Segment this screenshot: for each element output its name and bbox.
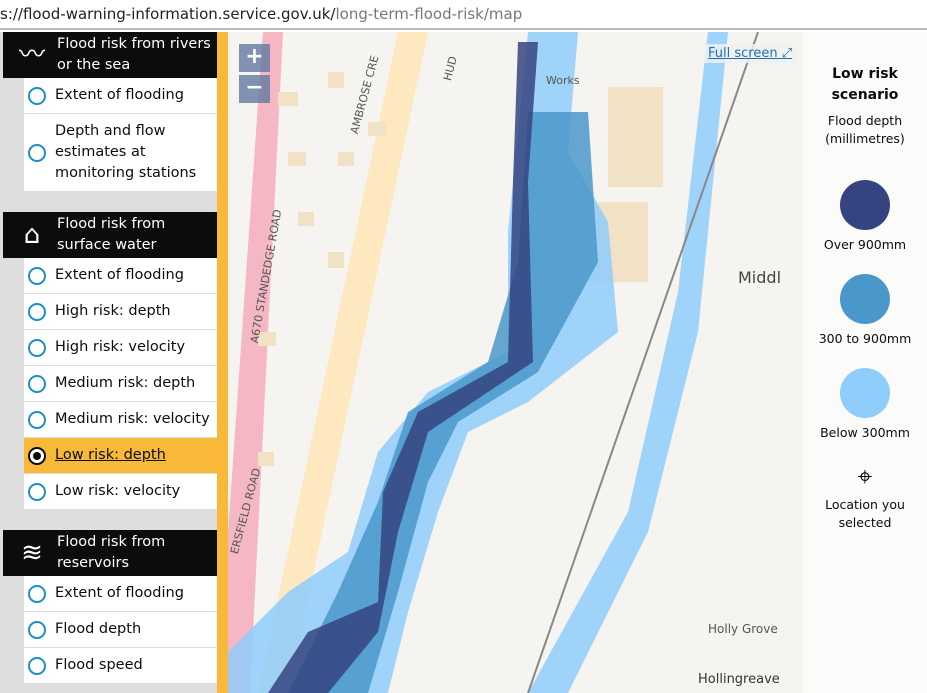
crosshair-icon: ⌖ [857, 462, 873, 492]
legend-swatch [840, 368, 890, 418]
legend-item: 300 to 900mm [803, 274, 927, 346]
layer-option[interactable]: Extent of flooding [24, 78, 217, 114]
legend-label: Over 900mm [823, 237, 907, 252]
option-label: Medium risk: velocity [55, 411, 210, 427]
zoom-out-button[interactable]: − [239, 75, 270, 103]
radio-button[interactable] [28, 656, 46, 675]
url-domain: s://flood-warning-information.service.go… [0, 5, 336, 23]
legend-label: 300 to 900mm [818, 331, 912, 346]
option-label: High risk: depth [55, 303, 171, 319]
layer-option[interactable]: Extent of flooding [24, 258, 217, 294]
road-a670 [228, 32, 283, 693]
option-label: Medium risk: depth [55, 375, 196, 391]
option-label: Flood speed [55, 657, 143, 673]
radio-button[interactable] [28, 143, 46, 162]
place-label: Works [546, 74, 580, 87]
layer-option[interactable]: Low risk: velocity [24, 474, 217, 510]
layer-option[interactable]: Low risk: depth [24, 438, 217, 474]
section-title: Flood risk from surface water [57, 216, 166, 253]
layer-option[interactable]: Flood depth [24, 612, 217, 648]
option-label: Extent of flooding [55, 585, 184, 601]
option-label: Extent of flooding [55, 87, 184, 103]
layer-option[interactable]: High risk: depth [24, 294, 217, 330]
option-label: Low risk: velocity [55, 483, 181, 499]
radio-button[interactable] [28, 584, 46, 603]
radio-button[interactable] [28, 620, 46, 639]
layer-option[interactable]: Extent of flooding [24, 576, 217, 612]
surface-water-house-icon: ⌂ [23, 219, 41, 250]
map-legend: Low risk scenario Flood depth (millimetr… [803, 32, 927, 693]
legend-swatch [840, 180, 890, 230]
expand-icon: ⤢ [781, 46, 793, 61]
reservoir-icon: ≋ [21, 537, 43, 568]
radio-button[interactable] [28, 482, 46, 501]
legend-item: Below 300mm [803, 368, 927, 440]
legend-title: Low risk scenario [831, 66, 899, 103]
section-title: Flood risk from reservoirs [57, 534, 166, 571]
option-label: Flood depth [55, 621, 142, 637]
place-label: Middl [738, 268, 782, 287]
river-sea-icon: 〰 [18, 39, 45, 70]
option-label: Depth and flow estimates at monitoring s… [55, 123, 197, 181]
layer-option[interactable]: Medium risk: depth [24, 366, 217, 402]
layer-option[interactable]: Medium risk: velocity [24, 402, 217, 438]
legend-swatch [840, 274, 890, 324]
legend-item: Over 900mm [803, 180, 927, 252]
radio-button[interactable] [28, 266, 46, 285]
full-screen-button[interactable]: Full screen ⤢ [704, 44, 797, 63]
legend-subtitle: Flood depth (millimetres) [825, 113, 905, 146]
radio-button[interactable] [28, 446, 46, 465]
section-header: 〰 Flood risk from rivers or the sea [3, 32, 217, 78]
map-graphics [228, 32, 759, 693]
layer-option[interactable]: High risk: velocity [24, 330, 217, 366]
address-bar[interactable]: s://flood-warning-information.service.go… [0, 0, 927, 30]
url-path: long-term-flood-risk/map [335, 5, 523, 23]
section-header: ≋ Flood risk from reservoirs [3, 530, 217, 576]
place-label: Hollingreave [698, 672, 780, 687]
radio-button[interactable] [28, 410, 46, 429]
radio-button[interactable] [28, 338, 46, 357]
location-label: Location you selected [825, 497, 905, 530]
radio-button[interactable] [28, 374, 46, 393]
layer-sidebar: 〰 Flood risk from rivers or the sea Extent… [0, 32, 228, 693]
option-label: Low risk: depth [55, 447, 166, 463]
full-screen-label: Full screen [708, 46, 778, 61]
section-header: ⌂ Flood risk from surface water [3, 212, 217, 258]
radio-button[interactable] [28, 86, 46, 105]
section-title: Flood risk from rivers or the sea [57, 36, 211, 73]
map-canvas[interactable]: + − Full screen ⤢ A670 STANDEDGE ROAD AM… [228, 32, 803, 693]
layer-option[interactable]: Depth and flow estimates at monitoring s… [24, 114, 217, 192]
option-label: High risk: velocity [55, 339, 186, 355]
option-label: Extent of flooding [55, 267, 184, 283]
radio-button[interactable] [28, 302, 46, 321]
place-label: Holly Grove [708, 622, 778, 636]
zoom-in-button[interactable]: + [239, 44, 270, 72]
legend-label: Below 300mm [820, 425, 910, 440]
layer-option[interactable]: Flood speed [24, 648, 217, 684]
